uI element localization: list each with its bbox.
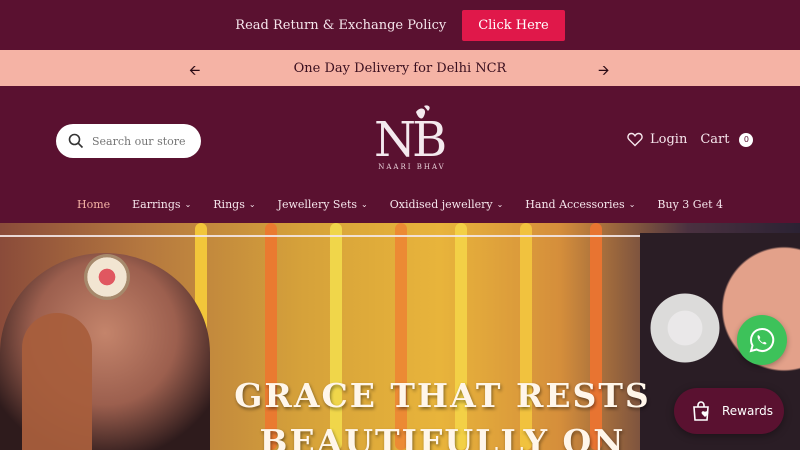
arrow-left-icon[interactable]: 🡨 [189, 60, 200, 84]
login-link[interactable]: Login [650, 132, 687, 147]
chevron-down-icon: ⌄ [361, 200, 368, 209]
logo-monogram-icon: N B [374, 105, 447, 162]
chevron-down-icon: ⌄ [628, 200, 636, 209]
rewards-label: Rewards [722, 404, 773, 418]
topbar: Read Return & Exchange Policy Click Here [0, 0, 800, 50]
cart-count-badge: 0 [739, 132, 754, 147]
main-nav: Home Earrings ⌄ Rings ⌄ Jewellery Sets ⌄ Ox… [0, 198, 800, 211]
nav-item-jewellery-sets[interactable]: Jewellery Sets ⌄ [278, 198, 368, 211]
logo-subtitle: NAARI BHAV [378, 163, 446, 171]
nav-item-oxidised-jewellery[interactable]: Oxidised jewellery ⌄ [390, 198, 504, 211]
chevron-down-icon: ⌄ [248, 200, 256, 209]
svg-text:N: N [374, 112, 416, 162]
nav-item-earrings[interactable]: Earrings ⌄ [132, 198, 191, 211]
announcement-text: One Day Delivery for Delhi NCR [293, 60, 507, 76]
nav-item-rings[interactable]: Rings ⌄ [213, 198, 255, 211]
logo[interactable]: N B NAARI BHAV [370, 104, 454, 174]
announcement-bar: 🡨 One Day Delivery for Delhi NCR 🡪 [0, 50, 800, 86]
return-policy-text: Read Return & Exchange Policy [235, 17, 447, 33]
heart-icon[interactable] [627, 132, 643, 147]
account-area: Login Cart 0 [627, 132, 754, 147]
site-header: N B NAARI BHAV Login Cart 0 Home Earring… [0, 86, 800, 223]
chevron-down-icon: ⌄ [184, 200, 192, 209]
nav-item-home[interactable]: Home [77, 198, 110, 211]
whatsapp-button[interactable] [737, 315, 787, 365]
nav-item-buy-3-get-4[interactable]: Buy 3 Get 4 [657, 198, 723, 211]
whatsapp-icon [749, 327, 775, 353]
hero-image-flowers [650, 283, 720, 373]
gift-bag-icon [693, 401, 709, 421]
click-here-button[interactable]: Click Here [462, 9, 565, 41]
hero-image-headpiece [84, 254, 130, 300]
nav-item-hand-accessories[interactable]: Hand Accessories ⌄ [525, 198, 635, 211]
search-icon[interactable] [68, 133, 84, 149]
rewards-button[interactable]: Rewards [674, 388, 784, 434]
search-box[interactable] [56, 124, 201, 158]
arrow-right-icon[interactable]: 🡪 [598, 60, 609, 84]
cart-link[interactable]: Cart [700, 132, 729, 147]
search-input[interactable] [92, 134, 192, 148]
chevron-down-icon: ⌄ [496, 200, 504, 209]
svg-text:B: B [412, 112, 447, 162]
